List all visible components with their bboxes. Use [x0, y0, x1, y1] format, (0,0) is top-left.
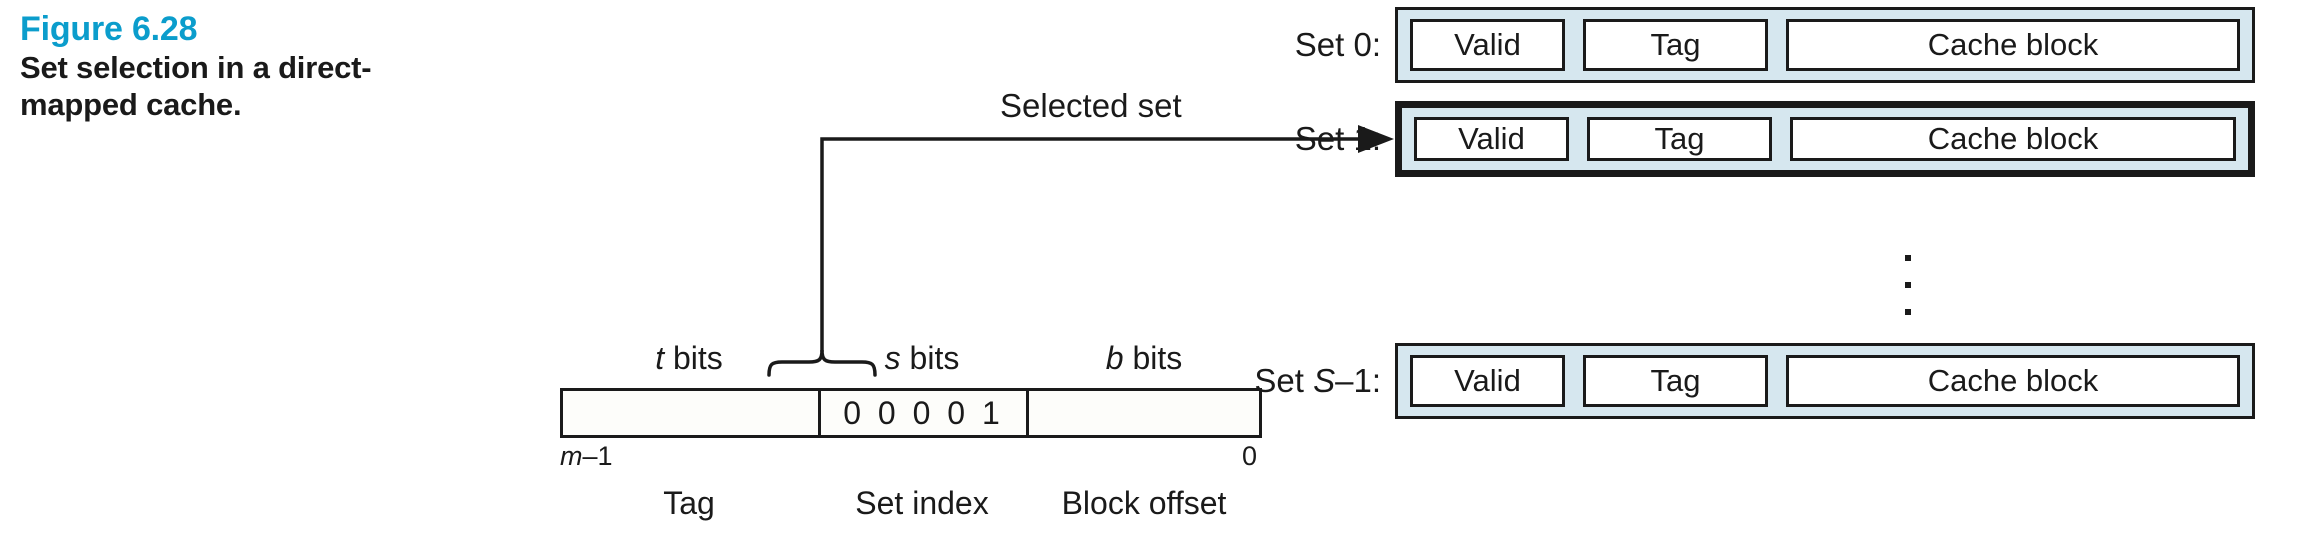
figure-number: Figure 6.28 — [20, 10, 198, 48]
caption: Figure 6.28 Set selection in a direct-ma… — [20, 10, 420, 123]
address-lsb-label: 0 — [1242, 441, 1258, 471]
selected-set-label: Selected set — [1000, 87, 1182, 124]
figure-title: Set selection in a direct-mapped cache. — [20, 50, 372, 122]
address-msb-label: m–1 — [560, 441, 613, 471]
valid-cell-last: Valid — [1410, 355, 1565, 407]
field-name-set-index: Set index — [855, 485, 989, 521]
cache-block-cell-last: Cache block — [1786, 355, 2240, 407]
valid-cell-0: Valid — [1410, 19, 1565, 71]
set-box-last: Valid Tag Cache block — [1395, 343, 2255, 419]
address-field-set-index: 0 0 0 0 1 — [821, 391, 1029, 435]
cache-block-cell-0: Cache block — [1786, 19, 2240, 71]
field-name-tag: Tag — [663, 485, 715, 521]
block-bits-label: b bits — [1105, 340, 1183, 376]
cache-set-row-last: Set S–1: Valid Tag Cache block — [1185, 343, 2255, 419]
address-field-tag — [563, 391, 821, 435]
set-label-0: Set 0: — [1294, 26, 1381, 63]
cache-block-cell-1: Cache block — [1790, 117, 2236, 161]
tag-bits-label: t bits — [655, 340, 723, 376]
tag-cell-0: Tag — [1583, 19, 1768, 71]
ellipsis-dot — [1905, 282, 1911, 288]
field-name-block-offset: Block offset — [1061, 485, 1227, 521]
cache-set-row-1: Set 1: Valid Tag Cache block — [1185, 101, 2255, 177]
ellipsis-dot — [1905, 309, 1911, 315]
valid-cell-1: Valid — [1414, 117, 1569, 161]
ellipsis-dot — [1905, 255, 1911, 261]
figure-container: Figure 6.28 Set selection in a direct-ma… — [0, 0, 2310, 534]
set-box-0: Valid Tag Cache block — [1395, 7, 2255, 83]
address-field-block-offset — [1029, 391, 1259, 435]
vertical-ellipsis-icon — [1905, 255, 1911, 336]
set-box-1-selected: Valid Tag Cache block — [1395, 101, 2255, 177]
cache-set-row-0: Set 0: Valid Tag Cache block — [1185, 7, 2255, 83]
tag-cell-last: Tag — [1583, 355, 1768, 407]
set-bits-label: s bits — [884, 340, 960, 376]
address-bit-field-bar: 0 0 0 0 1 — [560, 388, 1262, 438]
set-label-1: Set 1: — [1294, 120, 1381, 157]
tag-cell-1: Tag — [1587, 117, 1772, 161]
